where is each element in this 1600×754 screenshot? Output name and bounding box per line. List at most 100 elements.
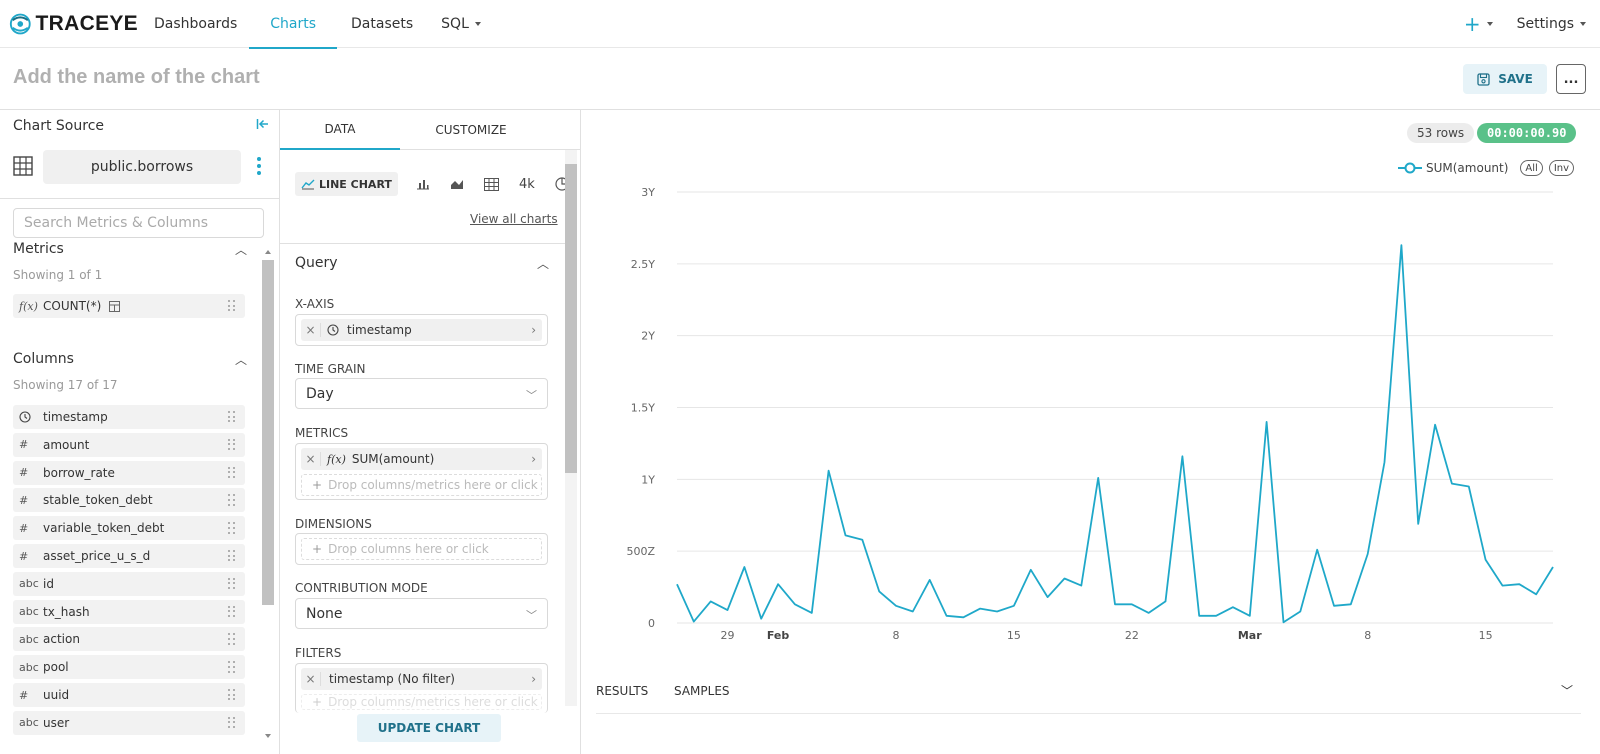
legend-series-label[interactable]: SUM(amount) [1426, 161, 1508, 175]
nav-charts[interactable]: Charts [249, 0, 337, 49]
plus-icon: + [312, 695, 323, 709]
logo[interactable]: TRACEYE [8, 11, 138, 37]
filter-pill[interactable]: × timestamp (No filter) › [301, 668, 542, 690]
table-icon [13, 156, 33, 180]
x-axis-pill[interactable]: × timestamp › [301, 319, 542, 341]
column-item[interactable]: abc pool [13, 655, 245, 680]
close-icon[interactable]: × [301, 452, 321, 466]
drag-handle-icon[interactable] [228, 438, 236, 451]
search-metrics-input[interactable]: Search Metrics & Columns [13, 208, 264, 238]
column-item[interactable]: abc action [13, 627, 245, 652]
area-chart-icon[interactable] [450, 178, 464, 190]
drag-handle-icon[interactable] [228, 689, 236, 701]
drag-handle-icon[interactable] [228, 300, 236, 312]
chevron-up-icon[interactable]: ︿ [537, 255, 549, 272]
metrics-control[interactable]: × f(x) SUM(amount) › + Drop columns/metr… [295, 443, 548, 500]
tab-customize[interactable]: CUSTOMIZE [411, 110, 531, 150]
time-grain-select[interactable]: Day ﹀ [295, 378, 548, 409]
chevron-right-icon[interactable]: › [531, 672, 536, 686]
drag-handle-icon[interactable] [228, 522, 236, 534]
big-number-icon[interactable]: 4k [519, 177, 535, 192]
nav-sql-label: SQL [441, 15, 469, 32]
filters-control[interactable]: × timestamp (No filter) › + Drop columns… [295, 663, 548, 713]
drag-handle-icon[interactable] [228, 661, 236, 673]
column-item[interactable]: abc tx_hash [13, 599, 245, 624]
dimensions-drop-zone[interactable]: + Drop columns here or click [301, 538, 542, 560]
close-icon[interactable]: × [301, 323, 321, 337]
column-item[interactable]: # variable_token_debt [13, 516, 245, 541]
string-type-icon: abc [19, 716, 39, 730]
tab-results[interactable]: RESULTS [596, 684, 648, 698]
column-item[interactable]: timestamp [13, 405, 245, 429]
column-item[interactable]: # borrow_rate [13, 460, 245, 485]
numeric-type-icon: # [19, 438, 29, 452]
contribution-select[interactable]: None ﹀ [295, 598, 548, 629]
settings-menu[interactable]: Settings [1517, 16, 1586, 32]
nav-dashboards[interactable]: Dashboards [140, 0, 251, 48]
viz-line-chart[interactable]: LINE CHART [295, 172, 398, 196]
chevron-up-icon[interactable]: ︿ [235, 351, 247, 368]
numeric-type-icon: # [19, 549, 29, 563]
save-button[interactable]: SAVE [1463, 64, 1547, 94]
metrics-drop-zone[interactable]: + Drop columns/metrics here or click [301, 474, 542, 496]
time-grain-label: TIME GRAIN [295, 362, 366, 376]
column-item[interactable]: # amount [13, 432, 245, 457]
collapse-panel-icon[interactable] [256, 118, 269, 134]
metric-item[interactable]: f(x) COUNT(*) [13, 294, 245, 318]
dimensions-control[interactable]: + Drop columns here or click [295, 533, 548, 565]
filters-drop-zone[interactable]: + Drop columns/metrics here or click [301, 694, 542, 710]
y-tick-label: 2Y [641, 330, 655, 343]
chart-name-input[interactable]: Add the name of the chart [13, 66, 260, 89]
new-menu[interactable]: + [1464, 12, 1493, 36]
view-all-charts-link[interactable]: View all charts [470, 212, 558, 226]
drag-handle-icon[interactable] [228, 577, 236, 590]
legend-all-button[interactable]: All [1520, 160, 1543, 176]
series-line [676, 244, 1554, 624]
drag-handle-icon[interactable] [228, 633, 236, 645]
legend-series-icon[interactable] [1398, 162, 1422, 174]
drag-handle-icon[interactable] [228, 411, 236, 423]
contribution-value: None [306, 606, 343, 622]
more-options-button[interactable]: ... [1556, 64, 1586, 94]
chart-source-title: Chart Source [13, 118, 105, 134]
function-icon: f(x) [19, 299, 38, 313]
nav-sql[interactable]: SQL [427, 0, 495, 48]
column-item[interactable]: # uuid [13, 683, 245, 707]
column-item[interactable]: # stable_token_debt [13, 488, 245, 513]
column-item[interactable]: abc user [13, 710, 245, 735]
legend-inv-button[interactable]: Inv [1548, 160, 1575, 176]
drag-handle-icon[interactable] [228, 494, 236, 506]
chevron-down-icon: ﹀ [526, 389, 537, 402]
drag-handle-icon[interactable] [228, 605, 236, 618]
drag-handle-icon[interactable] [228, 550, 236, 562]
logo-icon [9, 13, 31, 34]
metric-pill[interactable]: × f(x) SUM(amount) › [301, 448, 542, 470]
filter-value: timestamp (No filter) [329, 672, 455, 686]
dataset-menu-icon[interactable] [257, 157, 263, 178]
update-chart-button[interactable]: UPDATE CHART [357, 714, 501, 742]
close-icon[interactable]: × [301, 672, 321, 686]
line-chart: 0 500Z 1Y 1.5Y 2Y 2.5Y 3Y 29 Feb 8 15 22 Mar 8 15 [626, 186, 1554, 642]
chevron-down-icon[interactable]: ﹀ [1561, 682, 1573, 699]
save-icon [1477, 72, 1490, 86]
column-item[interactable]: abc id [13, 571, 245, 596]
bar-chart-icon[interactable] [416, 178, 430, 190]
chevron-up-icon[interactable]: ︿ [235, 241, 247, 258]
dataset-name[interactable]: public.borrows [43, 150, 241, 184]
control-panel-scrollbar[interactable] [565, 150, 577, 706]
chevron-right-icon[interactable]: › [531, 452, 536, 466]
string-type-icon: abc [19, 660, 39, 674]
x-axis-control[interactable]: × timestamp › [295, 314, 548, 346]
table-chart-icon[interactable] [483, 177, 499, 191]
filters-drop-hint: Drop columns/metrics here or click [328, 695, 538, 709]
chevron-down-icon [474, 21, 481, 26]
left-scrollbar[interactable] [262, 248, 274, 748]
tab-data[interactable]: DATA [280, 110, 400, 150]
x-tick-label: 15 [1479, 629, 1493, 642]
drag-handle-icon[interactable] [228, 716, 236, 729]
tab-samples[interactable]: SAMPLES [674, 684, 730, 698]
chevron-right-icon[interactable]: › [531, 323, 536, 337]
column-item[interactable]: # asset_price_u_s_d [13, 544, 245, 568]
drag-handle-icon[interactable] [228, 466, 236, 479]
nav-datasets[interactable]: Datasets [337, 0, 427, 48]
